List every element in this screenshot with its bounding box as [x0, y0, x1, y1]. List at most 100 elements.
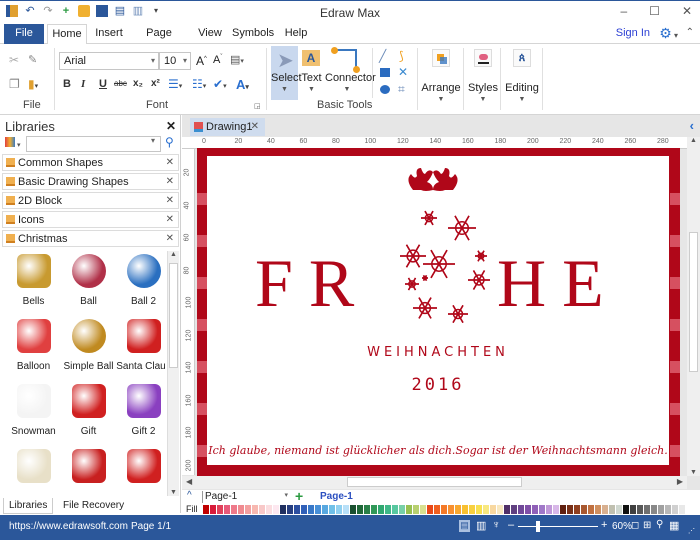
- scroll-thumb[interactable]: [689, 232, 698, 372]
- color-swatch[interactable]: [490, 505, 496, 514]
- shape-item[interactable]: Santa Claus: [116, 315, 166, 380]
- color-swatch[interactable]: [630, 505, 636, 514]
- color-swatch[interactable]: [399, 505, 405, 514]
- scroll-thumb[interactable]: [169, 263, 178, 368]
- color-swatch[interactable]: [567, 505, 573, 514]
- collapse-ribbon-icon[interactable]: ⌃: [686, 27, 694, 38]
- close-icon[interactable]: ✕: [166, 157, 174, 168]
- font-name-select[interactable]: Arial ▾: [59, 52, 159, 70]
- chevron-left-icon[interactable]: ‹: [690, 118, 694, 133]
- color-swatch[interactable]: [336, 505, 342, 514]
- color-swatch[interactable]: [350, 505, 356, 514]
- color-swatch[interactable]: [210, 505, 216, 514]
- shrink-font-icon[interactable]: Aˇ: [213, 54, 222, 66]
- color-swatch[interactable]: [287, 505, 293, 514]
- grow-font-icon[interactable]: A^: [196, 54, 207, 68]
- bold-button[interactable]: B: [63, 78, 71, 90]
- page-tab-current[interactable]: Page-1: [320, 491, 353, 502]
- superscript-button[interactable]: x²: [151, 78, 160, 89]
- search-icon[interactable]: ⚲: [165, 135, 174, 149]
- color-swatch[interactable]: [581, 505, 587, 514]
- color-swatch[interactable]: [378, 505, 384, 514]
- editing-button[interactable]: ጰ Editing ▼: [503, 46, 541, 106]
- website-link[interactable]: https://www.edrawsoft.com: [9, 521, 128, 532]
- color-swatch[interactable]: [525, 505, 531, 514]
- color-swatch[interactable]: [357, 505, 363, 514]
- library-item-icons[interactable]: Icons ✕: [2, 211, 179, 228]
- tab-file-recovery[interactable]: File Recovery: [58, 498, 129, 514]
- gear-icon[interactable]: ⚙ ▾: [659, 25, 678, 42]
- ellipse-icon[interactable]: [380, 85, 390, 94]
- font-color-icon[interactable]: A▾: [236, 77, 249, 92]
- shape-item[interactable]: [6, 445, 61, 495]
- color-swatch[interactable]: [280, 505, 286, 514]
- chevron-down-icon[interactable]: ▾: [151, 136, 155, 145]
- color-swatch[interactable]: [224, 505, 230, 514]
- scroll-down-icon[interactable]: ▼: [170, 489, 177, 496]
- color-swatch[interactable]: [644, 505, 650, 514]
- outline-view-icon[interactable]: ▥: [476, 519, 486, 532]
- highlight-icon[interactable]: ✔▾: [213, 77, 227, 91]
- fit-width-icon[interactable]: ⊞: [643, 520, 651, 531]
- color-swatch[interactable]: [252, 505, 258, 514]
- color-swatch[interactable]: [448, 505, 454, 514]
- color-swatch[interactable]: [588, 505, 594, 514]
- shape-item[interactable]: Ball: [61, 250, 116, 315]
- scroll-up-icon[interactable]: ▲: [170, 251, 177, 258]
- color-swatch[interactable]: [511, 505, 517, 514]
- color-swatch[interactable]: [546, 505, 552, 514]
- color-swatch[interactable]: [539, 505, 545, 514]
- library-search-input[interactable]: [26, 136, 161, 152]
- select-tool-button[interactable]: ➤ Select ▼: [271, 46, 302, 100]
- scroll-left-icon[interactable]: ◀: [186, 477, 192, 486]
- color-swatch[interactable]: [462, 505, 468, 514]
- color-swatch[interactable]: [427, 505, 433, 514]
- color-swatch[interactable]: [672, 505, 678, 514]
- color-swatch[interactable]: [266, 505, 272, 514]
- color-swatch[interactable]: [273, 505, 279, 514]
- color-swatch[interactable]: [532, 505, 538, 514]
- color-swatch[interactable]: [623, 505, 629, 514]
- zoom-search-icon[interactable]: ⚲: [656, 519, 663, 530]
- color-swatch[interactable]: [322, 505, 328, 514]
- copy-icon[interactable]: ❐: [9, 77, 20, 91]
- zoom-slider-thumb[interactable]: [536, 521, 540, 532]
- color-swatch[interactable]: [413, 505, 419, 514]
- library-scrollbar[interactable]: ▲ ▼: [167, 251, 179, 496]
- scroll-right-icon[interactable]: ▶: [677, 477, 683, 486]
- tab-libraries[interactable]: Libraries: [3, 498, 54, 514]
- shape-item[interactable]: Balloon: [6, 315, 61, 380]
- color-swatch[interactable]: [602, 505, 608, 514]
- zoom-slider[interactable]: [518, 521, 598, 532]
- scroll-up-icon[interactable]: ▲: [690, 137, 697, 144]
- color-swatch[interactable]: [308, 505, 314, 514]
- color-swatch[interactable]: [658, 505, 664, 514]
- zoom-out-icon[interactable]: –: [508, 519, 514, 531]
- cut-icon[interactable]: ✂: [9, 53, 19, 67]
- scroll-down-icon[interactable]: ▼: [690, 469, 697, 476]
- paste-icon[interactable]: ▮▾: [28, 77, 38, 91]
- color-swatch[interactable]: [434, 505, 440, 514]
- italic-button[interactable]: I: [81, 78, 85, 90]
- subscript-button[interactable]: x₂: [133, 78, 143, 89]
- color-swatch[interactable]: [504, 505, 510, 514]
- text-tool-button[interactable]: A Text ▼: [300, 46, 323, 100]
- strikethrough-button[interactable]: abc: [114, 79, 127, 88]
- add-page-icon[interactable]: +: [295, 488, 303, 504]
- color-swatch[interactable]: [329, 505, 335, 514]
- scroll-thumb[interactable]: [347, 477, 522, 487]
- color-swatch[interactable]: [294, 505, 300, 514]
- horizontal-scrollbar[interactable]: ◀ ▶: [182, 476, 687, 489]
- color-swatch[interactable]: [245, 505, 251, 514]
- color-swatch[interactable]: [595, 505, 601, 514]
- color-swatch[interactable]: [217, 505, 223, 514]
- color-swatch[interactable]: [616, 505, 622, 514]
- shape-item[interactable]: Snowman: [6, 380, 61, 445]
- tab-insert[interactable]: Insert: [92, 24, 126, 44]
- color-swatch[interactable]: [364, 505, 370, 514]
- close-icon[interactable]: ✕: [166, 233, 174, 244]
- color-swatch[interactable]: [315, 505, 321, 514]
- library-item-2d-block[interactable]: 2D Block ✕: [2, 192, 179, 209]
- color-swatch[interactable]: [301, 505, 307, 514]
- color-swatch[interactable]: [238, 505, 244, 514]
